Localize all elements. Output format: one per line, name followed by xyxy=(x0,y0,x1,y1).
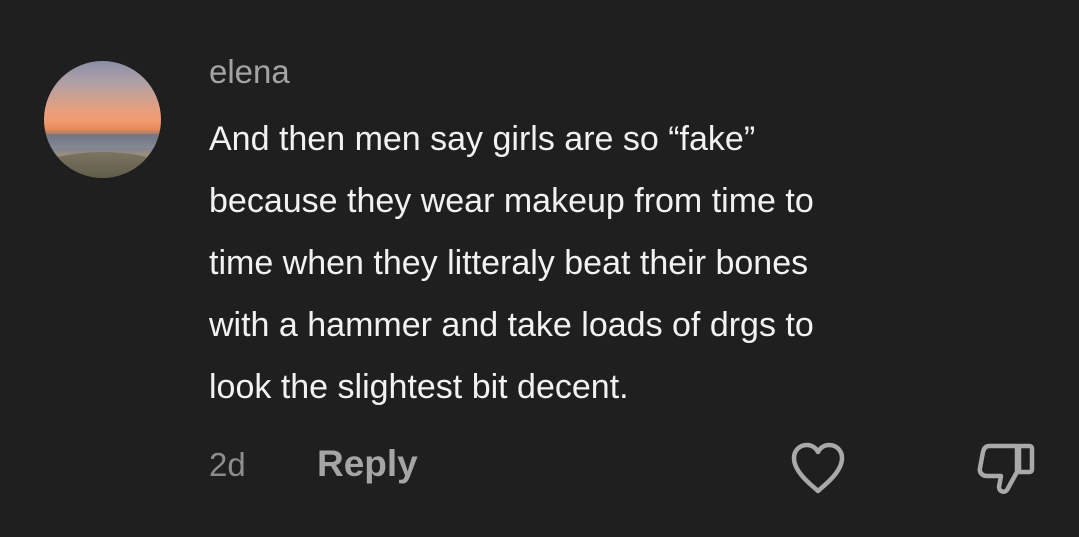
dislike-button[interactable] xyxy=(975,438,1037,498)
reply-button[interactable]: Reply xyxy=(317,443,418,485)
avatar-sea xyxy=(44,133,161,148)
comment-text: And then men say girls are so “fake” bec… xyxy=(209,120,814,406)
heart-icon xyxy=(791,442,845,494)
thumbs-down-icon xyxy=(977,443,1035,494)
avatar-dune xyxy=(44,152,161,178)
like-button[interactable] xyxy=(788,440,848,496)
comment-username[interactable]: elena xyxy=(209,52,290,92)
avatar[interactable] xyxy=(44,61,161,178)
comment: elena And then men say girls are so “fak… xyxy=(0,0,1079,537)
comment-timestamp: 2d xyxy=(209,446,246,483)
